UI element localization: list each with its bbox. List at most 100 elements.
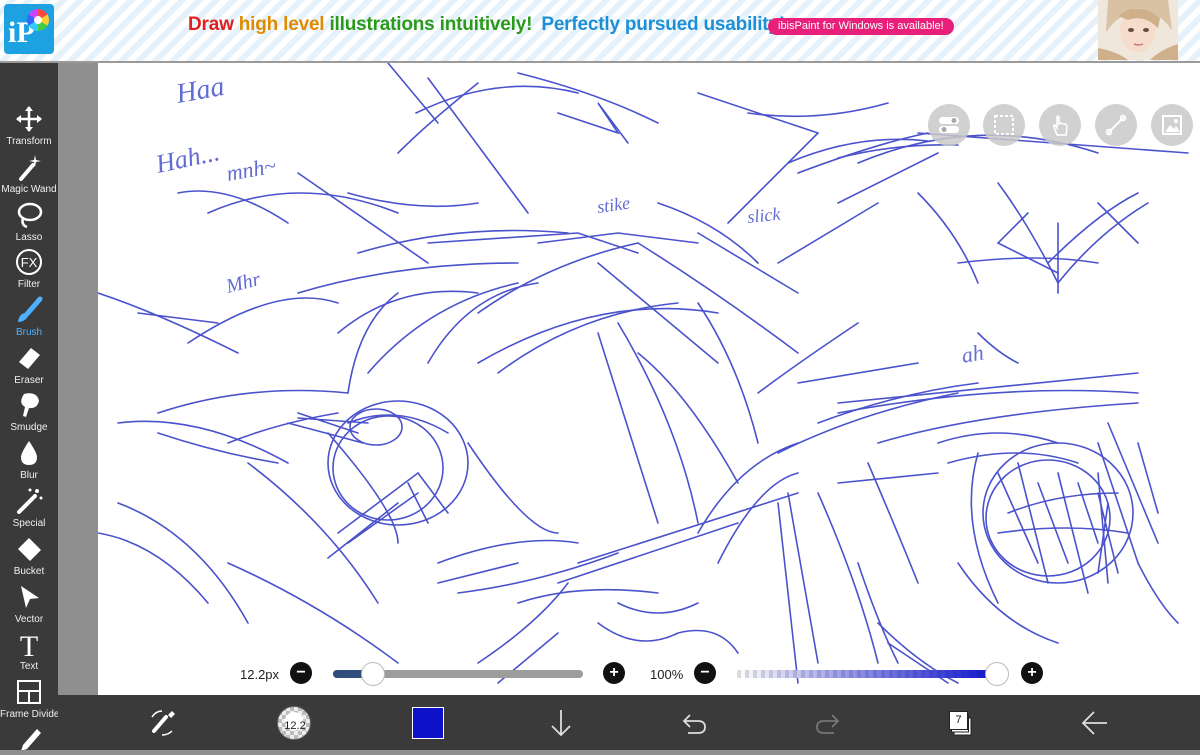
tool-label: Blur [20, 470, 38, 481]
back-button[interactable] [1080, 695, 1110, 750]
svg-text:T: T [20, 630, 38, 658]
redo-icon [816, 714, 840, 734]
brush-size-label: 12.2px [240, 667, 280, 682]
frame-divider-icon [17, 680, 41, 704]
tool-label: Magic Wand [1, 184, 57, 195]
brush-eraser-swap-icon [151, 710, 175, 736]
bucket-icon [18, 538, 41, 561]
smudge-icon [21, 393, 39, 417]
magic-wand-icon [19, 155, 41, 181]
tool-text[interactable]: T Text [0, 630, 58, 678]
tool-frame-divider[interactable]: Frame Divider [0, 678, 63, 726]
tool-label: Smudge [10, 422, 48, 433]
drawing-canvas[interactable]: Hah... mnh~ stike slick Mhr ah Haa [98, 63, 1200, 695]
blur-drop-icon [21, 441, 37, 465]
sketch-word: stike [596, 193, 631, 217]
vector-arrow-icon [21, 586, 39, 608]
sketch-word: Haa [173, 71, 227, 110]
brush-icon [18, 296, 43, 322]
tool-smudge[interactable]: Smudge [0, 391, 58, 439]
tool-label: Filter [17, 279, 41, 290]
tool-blur[interactable]: Blur [0, 439, 58, 487]
svg-text:FX: FX [21, 255, 38, 270]
tool-brush[interactable]: Brush [0, 296, 58, 344]
tool-label: Frame Divider [0, 709, 63, 720]
touch-button[interactable] [1039, 104, 1081, 146]
layers-button[interactable]: 7 [947, 709, 973, 737]
sketch-word: Hah... [152, 137, 222, 179]
sketch-word: mnh~ [225, 153, 278, 186]
bottom-toolbar: 12.2 7 [58, 695, 1200, 750]
tool-label: Transform [6, 136, 52, 147]
eraser-icon [19, 348, 40, 369]
banner-headline-part2: high level [238, 14, 330, 35]
tool-switch-button[interactable] [146, 695, 180, 750]
brush-opacity-slider[interactable] [737, 662, 1009, 686]
transform-icon [16, 106, 42, 132]
sketch-word: slick [746, 204, 782, 227]
banner-portrait-image [1098, 0, 1178, 60]
banner-windows-pill[interactable]: ibisPaint for Windows is available! [768, 18, 954, 35]
lasso-icon [17, 202, 43, 229]
tool-lasso[interactable]: Lasso [0, 201, 58, 249]
size-decrease-button[interactable]: − [290, 662, 312, 684]
banner-headline-part4: Perfectly pursued usability! [541, 14, 785, 35]
hand-touch-icon [1052, 115, 1068, 136]
tool-label: Eraser [14, 375, 44, 386]
fx-filter-icon: FX [16, 249, 42, 275]
ad-banner[interactable]: iP Draw high level illustrations intuiti… [0, 0, 1200, 63]
tool-eyedropper[interactable] [0, 725, 58, 750]
download-button[interactable] [548, 695, 574, 750]
tool-label: Brush [15, 327, 43, 338]
brush-opacity-label: 100% [650, 667, 684, 682]
image-icon [1162, 115, 1182, 135]
opacity-increase-button[interactable]: + [1021, 662, 1043, 684]
text-icon: T [20, 630, 38, 658]
selection-rect-icon [994, 115, 1014, 135]
tool-label: Lasso [15, 232, 43, 243]
brush-size-value: 12.2 [284, 720, 306, 732]
tool-vector[interactable]: Vector [0, 583, 58, 631]
sketch-word: ah [960, 339, 986, 367]
reference-image-button[interactable] [1151, 104, 1193, 146]
ibispaint-logo: iP [4, 4, 54, 54]
tool-label: Bucket [13, 566, 45, 577]
tool-transform[interactable]: Transform [0, 105, 58, 153]
sketch-word: Mhr [223, 268, 263, 298]
opacity-decrease-button[interactable]: − [694, 662, 716, 684]
layer-count: 7 [949, 711, 968, 730]
size-increase-button[interactable]: + [603, 662, 625, 684]
redo-button[interactable] [814, 695, 842, 750]
size-slider-knob[interactable] [361, 662, 385, 686]
toggle-switch-icon [939, 117, 959, 133]
tool-label: Text [19, 661, 39, 672]
ruler-icon [1105, 114, 1127, 136]
opacity-slider-fill [737, 670, 997, 678]
banner-headline-part1: Draw [188, 14, 239, 35]
brush-preview-button[interactable]: 12.2 [277, 706, 311, 740]
undo-icon [682, 714, 706, 734]
tool-label: Vector [14, 614, 44, 625]
opacity-slider-knob[interactable] [985, 662, 1009, 686]
banner-headline: Draw high level illustrations intuitivel… [188, 14, 785, 36]
brush-size-slider[interactable] [333, 662, 583, 686]
tool-label: Special [12, 518, 46, 529]
sketch-strokes: Hah... mnh~ stike slick Mhr ah Haa [98, 63, 1189, 684]
eyedropper-icon [21, 729, 41, 750]
arrow-down-icon [551, 710, 571, 737]
tool-filter[interactable]: FX Filter [0, 248, 58, 296]
canvas-area[interactable]: Hah... mnh~ stike slick Mhr ah Haa [58, 63, 1200, 695]
tool-sidebar: Transform Magic Wand Lasso FX Filter Bru… [0, 63, 63, 750]
banner-headline-part3: illustrations intuitively! [329, 14, 533, 35]
special-wand-icon [17, 488, 43, 514]
selection-button[interactable] [983, 104, 1025, 146]
tool-eraser[interactable]: Eraser [0, 344, 58, 392]
color-swatch-button[interactable] [412, 707, 444, 739]
tool-bucket[interactable]: Bucket [0, 535, 58, 583]
toggle-panel-button[interactable] [928, 104, 970, 146]
tool-special[interactable]: Special [0, 487, 58, 535]
tool-magic-wand[interactable]: Magic Wand [0, 153, 58, 201]
arrow-left-icon [1081, 711, 1107, 735]
ruler-button[interactable] [1095, 104, 1137, 146]
undo-button[interactable] [680, 695, 708, 750]
